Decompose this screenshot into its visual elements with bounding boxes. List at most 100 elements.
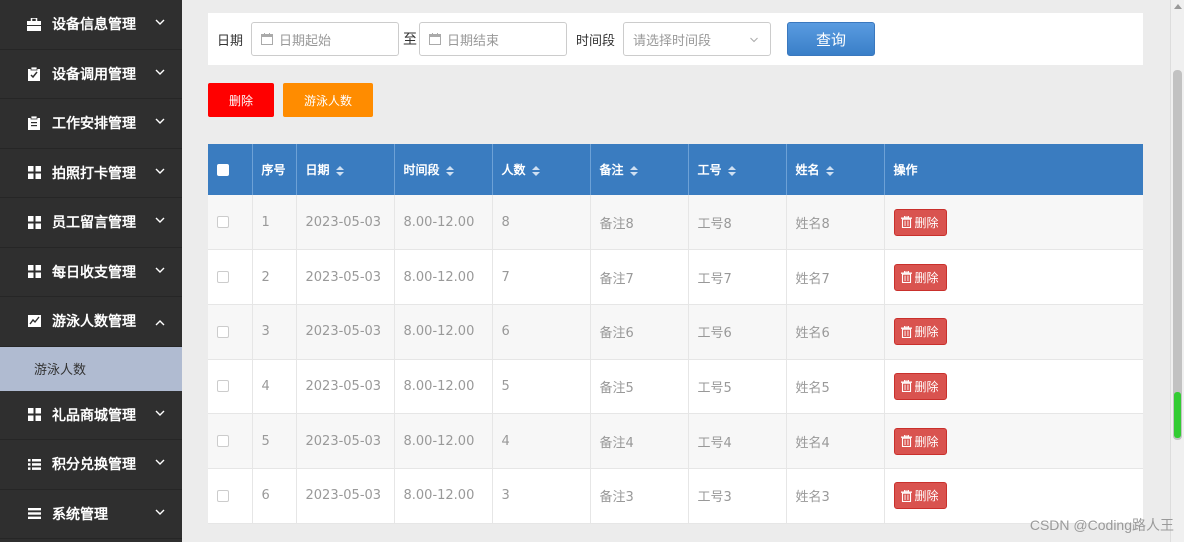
col-header-actions: 操作 bbox=[893, 163, 918, 177]
cell-actions: 删除 bbox=[884, 413, 1143, 469]
scroll-up-arrow-icon[interactable] bbox=[1174, 4, 1182, 9]
cell-actions: 删除 bbox=[884, 249, 1143, 305]
filter-panel: 日期 日期起始 至 日期结束 时间段 请选择时间段 查询 bbox=[208, 13, 1143, 65]
line-chart-icon bbox=[27, 314, 41, 328]
sort-icon[interactable] bbox=[335, 165, 344, 176]
cell-date: 2023-05-03 bbox=[296, 195, 395, 251]
sort-icon[interactable] bbox=[727, 165, 736, 176]
cell-job: 工号8 bbox=[688, 195, 787, 251]
row-checkbox[interactable] bbox=[217, 216, 229, 229]
chevron-down-icon bbox=[155, 217, 165, 224]
sidebar-item-device-call[interactable]: 设备调用管理 bbox=[0, 50, 182, 99]
table-row: 3 2023-05-03 8.00-12.00 6 备注6 工号6 姓名6 删除 bbox=[208, 304, 1143, 360]
sidebar-item-device-info[interactable]: 设备信息管理 bbox=[0, 0, 182, 50]
calendar-icon bbox=[261, 33, 274, 45]
batch-delete-button[interactable]: 删除 bbox=[208, 83, 274, 117]
sidebar-subitem-swim-count[interactable]: 游泳人数 bbox=[0, 346, 182, 391]
data-table: 序号 日期 时间段 人数 备注 工号 姓名 操作 1 2023-05-03 8.00… bbox=[208, 144, 1143, 524]
sort-icon[interactable] bbox=[825, 165, 834, 176]
col-header-date[interactable]: 日期 bbox=[296, 144, 395, 195]
query-button[interactable]: 查询 bbox=[787, 22, 876, 56]
sort-icon[interactable] bbox=[445, 165, 454, 176]
table-header-row: 序号 日期 时间段 人数 备注 工号 姓名 操作 bbox=[208, 144, 1143, 195]
row-checkbox[interactable] bbox=[217, 435, 229, 448]
col-header-name[interactable]: 姓名 bbox=[786, 144, 885, 195]
row-select-cell[interactable] bbox=[208, 304, 253, 360]
row-select-cell[interactable] bbox=[208, 359, 253, 415]
cell-date: 2023-05-03 bbox=[296, 413, 395, 469]
swim-count-button[interactable]: 游泳人数 bbox=[283, 83, 373, 117]
row-checkbox[interactable] bbox=[217, 325, 229, 338]
period-select[interactable]: 请选择时间段 bbox=[623, 22, 772, 56]
chevron-down-icon bbox=[155, 459, 165, 466]
cell-no: 6 bbox=[252, 468, 297, 524]
cell-job: 工号3 bbox=[688, 468, 787, 524]
row-delete-button[interactable]: 删除 bbox=[893, 318, 947, 346]
clipboard-icon bbox=[27, 116, 41, 131]
cell-no: 1 bbox=[252, 195, 297, 251]
cell-period: 8.00-12.00 bbox=[394, 468, 493, 524]
cell-actions: 删除 bbox=[884, 195, 1143, 251]
trash-icon bbox=[900, 435, 912, 448]
row-checkbox[interactable] bbox=[217, 489, 229, 502]
row-delete-button[interactable]: 删除 bbox=[893, 208, 947, 236]
col-header-period[interactable]: 时间段 bbox=[394, 144, 493, 195]
sidebar-item-system[interactable]: 系统管理 bbox=[0, 490, 182, 539]
watermark: CSDN @Coding路人王 bbox=[1029, 517, 1174, 533]
cell-name: 姓名4 bbox=[786, 413, 885, 469]
table-row: 5 2023-05-03 8.00-12.00 4 备注4 工号4 姓名4 删除 bbox=[208, 413, 1143, 469]
cell-no: 2 bbox=[252, 249, 297, 305]
col-header-no: 序号 bbox=[252, 144, 297, 195]
cell-date: 2023-05-03 bbox=[296, 304, 395, 360]
row-delete-button[interactable]: 删除 bbox=[893, 263, 947, 291]
cell-count: 3 bbox=[492, 468, 591, 524]
sidebar-item-employee-message[interactable]: 员工留言管理 bbox=[0, 198, 182, 248]
cell-actions: 删除 bbox=[884, 359, 1143, 415]
row-select-cell[interactable] bbox=[208, 468, 253, 524]
chevron-down-icon bbox=[750, 37, 758, 43]
row-checkbox[interactable] bbox=[217, 271, 229, 284]
row-delete-label: 删除 bbox=[914, 434, 939, 449]
col-header-count[interactable]: 人数 bbox=[492, 144, 591, 195]
cell-note: 备注7 bbox=[590, 249, 689, 305]
cell-no: 4 bbox=[252, 359, 297, 415]
sidebar-item-gift-mall[interactable]: 礼品商城管理 bbox=[0, 391, 182, 440]
start-date-placeholder: 日期起始 bbox=[279, 33, 332, 49]
table-body: 1 2023-05-03 8.00-12.00 8 备注8 工号8 姓名8 删除 2 2023-0… bbox=[208, 195, 1143, 524]
table-row: 4 2023-05-03 8.00-12.00 5 备注5 工号5 姓名5 删除 bbox=[208, 359, 1143, 415]
cell-count: 4 bbox=[492, 413, 591, 469]
end-date-field[interactable]: 日期结束 bbox=[419, 22, 568, 56]
sidebar-item-points-exchange[interactable]: 积分兑换管理 bbox=[0, 440, 182, 490]
col-header-note[interactable]: 备注 bbox=[590, 144, 689, 195]
col-header-job[interactable]: 工号 bbox=[688, 144, 787, 195]
row-delete-button[interactable]: 删除 bbox=[893, 427, 947, 455]
vertical-scrollbar[interactable] bbox=[1170, 0, 1184, 542]
cell-job: 工号7 bbox=[688, 249, 787, 305]
sort-icon[interactable] bbox=[531, 165, 540, 176]
scrollbar-thumb[interactable] bbox=[1173, 70, 1182, 440]
table-row: 1 2023-05-03 8.00-12.00 8 备注8 工号8 姓名8 删除 bbox=[208, 195, 1143, 251]
row-delete-button[interactable]: 删除 bbox=[893, 482, 947, 510]
cell-period: 8.00-12.00 bbox=[394, 359, 493, 415]
row-checkbox[interactable] bbox=[217, 380, 229, 393]
row-select-cell[interactable] bbox=[208, 195, 253, 251]
chevron-down-icon bbox=[155, 19, 165, 26]
start-date-field[interactable]: 日期起始 bbox=[251, 22, 400, 56]
row-delete-label: 删除 bbox=[914, 325, 939, 340]
sidebar-item-swim-count[interactable]: 游泳人数管理 bbox=[0, 297, 182, 347]
row-select-cell[interactable] bbox=[208, 413, 253, 469]
select-all-cell[interactable] bbox=[208, 144, 253, 195]
list-icon bbox=[27, 457, 41, 471]
cell-note: 备注5 bbox=[590, 359, 689, 415]
sidebar-item-photo-checkin[interactable]: 拍照打卡管理 bbox=[0, 149, 182, 198]
sort-icon[interactable] bbox=[629, 165, 638, 176]
cell-actions: 删除 bbox=[884, 304, 1143, 360]
select-all-checkbox[interactable] bbox=[217, 164, 229, 176]
row-select-cell[interactable] bbox=[208, 249, 253, 305]
cell-period: 8.00-12.00 bbox=[394, 413, 493, 469]
cell-job: 工号5 bbox=[688, 359, 787, 415]
sidebar-item-work-schedule[interactable]: 工作安排管理 bbox=[0, 99, 182, 149]
sidebar-item-daily-finance[interactable]: 每日收支管理 bbox=[0, 248, 182, 297]
chevron-down-icon bbox=[155, 509, 165, 515]
row-delete-button[interactable]: 删除 bbox=[893, 372, 947, 400]
